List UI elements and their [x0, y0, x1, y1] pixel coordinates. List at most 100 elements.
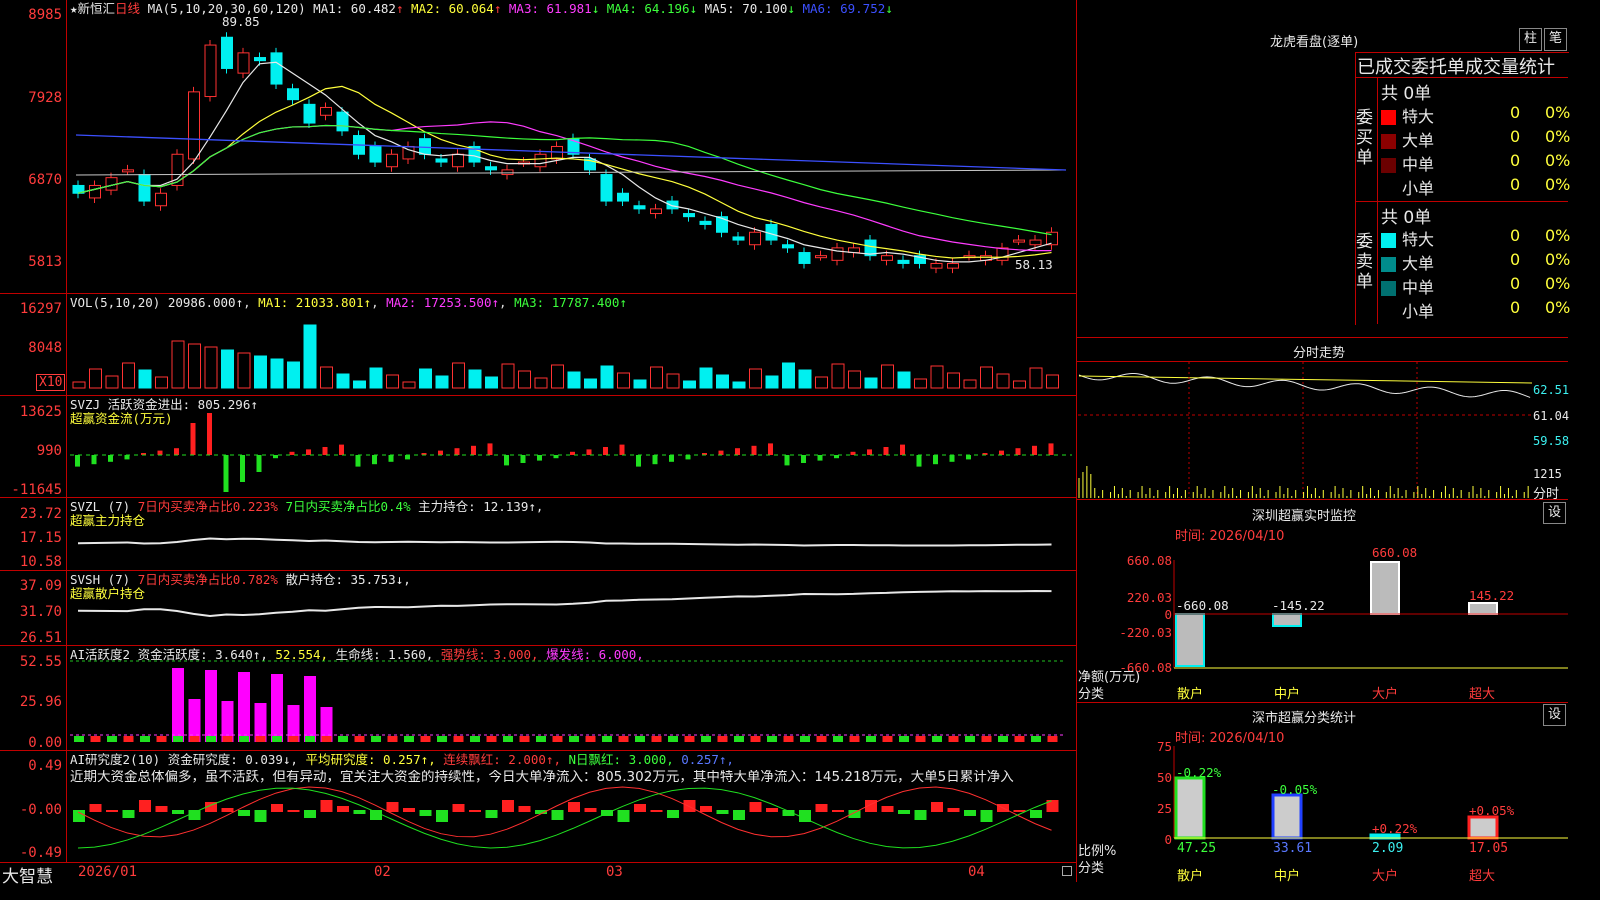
research-bar [436, 810, 448, 822]
volume-bar [881, 364, 894, 389]
flow-bar [619, 444, 625, 455]
sz-cat: 中户 [1274, 687, 1301, 702]
y-label: 8985 [28, 7, 62, 23]
y-label: 7928 [28, 90, 62, 106]
column-mode-button[interactable]: 柱 [1519, 28, 1542, 51]
flow-bar [157, 450, 163, 455]
settings-button-2[interactable]: 设 [1543, 704, 1566, 726]
color-swatch [1381, 134, 1396, 149]
activity-bar [288, 736, 299, 742]
svzj-subtitle: 超赢资金流(万元) [70, 411, 173, 426]
svzl-c: 主力持仓: 12.139↑, [418, 499, 544, 514]
volume-bar [122, 362, 135, 389]
color-swatch [1381, 257, 1396, 272]
volume-bar [666, 373, 680, 389]
sz-cat-label: 分类 [1078, 687, 1105, 702]
candle [320, 106, 332, 116]
vol-ma3: MA3: 17787.400↑ [514, 295, 627, 310]
research-bar [650, 810, 663, 812]
ratio-bar [1467, 815, 1499, 840]
volume-bar [963, 379, 977, 389]
activity-bar [470, 736, 480, 742]
fenshi-label: 62.51 [1533, 383, 1570, 397]
x-label: 02 [374, 864, 391, 880]
ss-top-label: +0.22% [1372, 821, 1418, 836]
flow-bar [405, 455, 410, 460]
volume-bar [930, 365, 944, 389]
flow-bar [454, 448, 460, 455]
volume-bar [221, 349, 234, 389]
tick-mode-button[interactable]: 笔 [1544, 28, 1567, 51]
activity-bar [618, 736, 629, 742]
research-bar [271, 804, 283, 812]
volume-bar [716, 374, 729, 389]
sz-bar-value: 145.22 [1469, 588, 1515, 603]
research-bar [172, 810, 184, 814]
flow-bar [256, 455, 262, 472]
research-bar [683, 800, 696, 812]
sz-y-label: -220.03 [1119, 625, 1172, 640]
order-row: 大单 [1381, 127, 1434, 151]
activity-bar [750, 736, 761, 742]
research-bar [634, 804, 646, 812]
svzl-a: 7日内买卖净占比0.223% [137, 499, 278, 514]
activity-bar [90, 736, 101, 742]
order-count: 0 [1510, 274, 1521, 293]
research-bar [304, 810, 316, 818]
research-bar [898, 810, 910, 814]
x-label: 2026/01 [78, 864, 138, 880]
sz-cat: 散户 [1177, 687, 1204, 702]
flow-bar [355, 455, 361, 467]
volume-bar [600, 365, 614, 389]
flow-bar [966, 455, 971, 460]
y-label: 0.00 [28, 735, 62, 751]
research-bar [419, 810, 432, 816]
activity-bar [387, 736, 398, 742]
lock-icon[interactable] [1062, 866, 1072, 876]
sh-line [77, 589, 1052, 618]
ma-values: MA1: 60.482↑ MA2: 60.064↑ MA3: 61.981↓ M… [313, 1, 893, 16]
buy-side-label: 委买单 [1356, 108, 1373, 168]
trend-arrow: ↓ [591, 1, 607, 16]
divider [0, 395, 1076, 396]
research-bar [122, 810, 135, 818]
vol-ma1: MA1: 21033.801↑ [258, 295, 372, 310]
candle [237, 52, 250, 74]
candle [138, 174, 151, 202]
sz-y-label: 0 [1164, 607, 1172, 622]
divider [1077, 361, 1568, 362]
flow-bar [91, 455, 97, 465]
y-label: 5813 [28, 254, 62, 270]
svsh-a: 7日内买卖净占比0.782% [137, 572, 278, 587]
activity-bar [305, 736, 315, 742]
activity-bar [107, 736, 117, 742]
divider [0, 293, 1076, 294]
y-label: -11645 [11, 482, 62, 498]
svsh-subtitle: 超赢散户持仓 [70, 586, 146, 601]
research-bar [848, 810, 861, 818]
volume-bar [980, 366, 993, 389]
candle [930, 262, 943, 269]
order-row: 中单 [1381, 151, 1434, 175]
ai2-d: N日飘红: 3.000, [568, 752, 674, 767]
flow-bar [652, 455, 658, 465]
research-bar [832, 810, 844, 812]
y-label: -0.49 [19, 845, 62, 861]
star-icon[interactable]: ★ [70, 1, 78, 16]
activity-bar [701, 736, 711, 742]
candle [452, 153, 464, 168]
period-label[interactable]: 日线 [115, 1, 140, 16]
research-bar [667, 810, 679, 818]
divider [1355, 201, 1568, 202]
order-count: 0 [1510, 226, 1521, 245]
flow-bar [553, 455, 559, 459]
color-swatch [1381, 233, 1396, 248]
low-price-mark: 58.13 [1015, 257, 1053, 272]
flow-bar [223, 455, 229, 492]
ma-value: MA5: 70.100 [704, 1, 788, 16]
candle [749, 231, 761, 246]
y-label: 13625 [19, 404, 62, 420]
flow-bar [586, 449, 592, 455]
settings-button[interactable]: 设 [1543, 502, 1566, 524]
activity-bar [420, 736, 431, 742]
